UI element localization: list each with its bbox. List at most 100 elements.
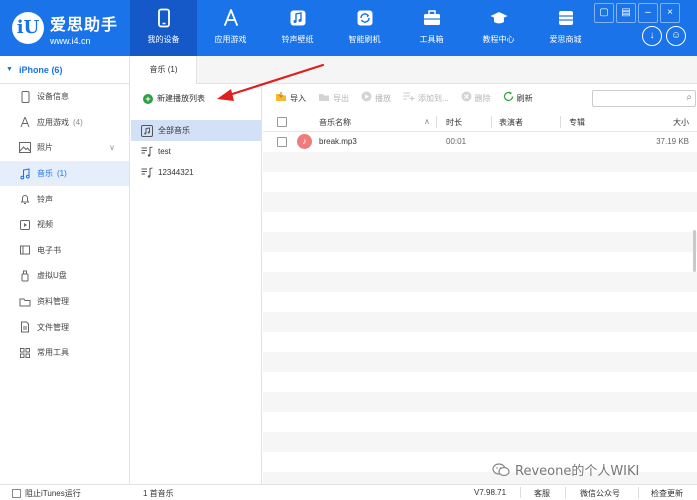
check-update-link[interactable]: 检查更新 — [651, 488, 683, 499]
music-library-icon — [141, 124, 153, 137]
status-bar: 阻止iTunes运行 1 首音乐 V7.98.71 客服 微信公众号 检查更新 — [0, 484, 697, 500]
add-to-button[interactable]: 添加到... — [403, 91, 449, 105]
plus-icon: + — [143, 93, 153, 104]
column-artist[interactable]: 表演者 — [499, 117, 523, 128]
brand-url: www.i4.cn — [50, 36, 91, 46]
collapse-triangle-icon: ▼ — [6, 66, 13, 73]
sidebar-item-music[interactable]: 音乐 (1) — [0, 160, 129, 187]
bell-icon — [19, 193, 31, 205]
ebook-icon — [19, 244, 31, 256]
sidebar-item-videos[interactable]: 视频 — [0, 212, 129, 238]
nav-toolbox[interactable]: 工具箱 — [398, 0, 465, 56]
sidebar-item-apps[interactable]: 应用游戏 (4) — [0, 110, 129, 136]
column-name[interactable]: 音乐名称 — [319, 117, 351, 128]
cell-duration: 00:01 — [446, 137, 467, 146]
empty-row — [263, 392, 697, 412]
add-to-playlist-icon — [403, 91, 415, 105]
sidebar-item-ebooks[interactable]: 电子书 — [0, 238, 129, 264]
new-playlist-button[interactable]: + 新建播放列表 — [143, 93, 205, 104]
empty-rows — [263, 152, 697, 484]
playlist-item-12344321[interactable]: 12344321 — [131, 162, 261, 183]
annotation-arrow — [217, 63, 325, 101]
music-note-icon — [19, 167, 31, 180]
column-size[interactable]: 大小 — [673, 117, 689, 128]
select-all-checkbox[interactable] — [277, 117, 287, 127]
nav-smart-flash[interactable]: 智能刷机 — [331, 0, 398, 56]
play-button[interactable]: 播放 — [361, 91, 391, 105]
empty-row — [263, 192, 697, 212]
feedback-icon[interactable]: ▢ — [594, 3, 614, 23]
empty-row — [263, 232, 697, 252]
column-divider[interactable] — [491, 116, 492, 128]
refresh-button[interactable]: 刷新 — [503, 91, 533, 105]
row-checkbox[interactable] — [277, 137, 287, 147]
search-input[interactable] — [593, 91, 677, 106]
music-table: 音乐名称 ∧ 时长 表演者 专辑 大小 ♪ break.mp3 00:01 37… — [263, 112, 697, 484]
folder-icon — [19, 296, 31, 308]
apps-icon — [19, 116, 31, 128]
table-row[interactable]: ♪ break.mp3 00:01 37.19 KB — [263, 132, 697, 152]
sidebar-item-photos[interactable]: 照片 ∨ — [0, 135, 129, 161]
scrollbar-thumb[interactable] — [693, 230, 696, 272]
delete-icon — [461, 91, 472, 105]
playlist-list: 全部音乐 test 12344321 — [131, 120, 261, 183]
store-icon — [556, 8, 576, 28]
sidebar-item-virtual-udisk[interactable]: 虚拟U盘 — [0, 263, 129, 289]
skin-icon[interactable]: ▤ — [616, 3, 636, 23]
status-separator — [520, 487, 521, 498]
column-divider[interactable] — [436, 116, 437, 128]
search-icon[interactable]: ⌕ — [686, 92, 692, 103]
empty-row — [263, 432, 697, 452]
table-header: 音乐名称 ∧ 时长 表演者 专辑 大小 — [263, 112, 697, 132]
wechat-link[interactable]: 微信公众号 — [580, 488, 620, 499]
video-icon — [19, 219, 31, 231]
user-icon[interactable]: ☺ — [666, 26, 686, 46]
block-itunes-toggle[interactable]: 阻止iTunes运行 — [12, 488, 81, 499]
column-duration[interactable]: 时长 — [446, 117, 462, 128]
wechat-icon — [492, 462, 510, 477]
refresh-icon — [355, 8, 375, 28]
playlist-item-all-music[interactable]: 全部音乐 — [131, 120, 261, 141]
version-label: V7.98.71 — [474, 488, 507, 497]
delete-button[interactable]: 删除 — [461, 91, 491, 105]
empty-row — [263, 412, 697, 432]
customer-service-link[interactable]: 客服 — [534, 488, 550, 499]
empty-row — [263, 212, 697, 232]
nav-ringtones-wallpapers[interactable]: 铃声壁纸 — [264, 0, 331, 56]
watermark: Reveone的个人WIKI — [492, 460, 639, 479]
sidebar-item-device-info[interactable]: 设备信息 — [0, 84, 129, 110]
nav-tutorials[interactable]: 教程中心 — [465, 0, 532, 56]
app-store-icon — [221, 8, 241, 28]
graduation-cap-icon — [489, 8, 509, 28]
minimize-icon[interactable]: – — [638, 3, 658, 23]
sort-arrow-icon[interactable]: ∧ — [424, 117, 430, 126]
brand: 爱思助手 www.i4.cn — [50, 11, 118, 46]
music-count: 1 首音乐 — [143, 489, 174, 498]
empty-row — [263, 372, 697, 392]
block-itunes-checkbox[interactable] — [12, 489, 21, 499]
download-icon[interactable]: ↓ — [642, 26, 662, 46]
nav-store[interactable]: 爱思商城 — [532, 0, 599, 56]
window-controls: ▢ ▤ – × — [594, 3, 682, 23]
sidebar-item-data-management[interactable]: 资料管理 — [0, 289, 129, 315]
empty-row — [263, 172, 697, 192]
empty-row — [263, 272, 697, 292]
grid-icon — [19, 347, 31, 359]
column-divider[interactable] — [560, 116, 561, 128]
search-box: ⌕ — [592, 90, 696, 107]
sidebar-item-ringtones[interactable]: 铃声 — [0, 186, 129, 212]
watermark-text: Reveone的个人WIKI — [515, 464, 640, 479]
device-name: iPhone (6) — [18, 64, 63, 75]
chevron-down-icon[interactable]: ∨ — [109, 143, 115, 152]
nav-my-device[interactable]: 我的设备 — [130, 0, 197, 56]
nav-apps-games[interactable]: 应用游戏 — [197, 0, 264, 56]
sidebar-item-common-tools[interactable]: 常用工具 — [0, 340, 129, 366]
sidebar-item-file-management[interactable]: 文件管理 — [0, 314, 129, 340]
column-album[interactable]: 专辑 — [569, 117, 585, 128]
playlist-item-test[interactable]: test — [131, 141, 261, 162]
empty-row — [263, 332, 697, 352]
device-header[interactable]: ▼ iPhone (6) — [0, 56, 129, 84]
sidebar: ▼ iPhone (6) 设备信息 应用游戏 (4) 照片 ∨ 音乐 (1) 铃… — [0, 56, 130, 484]
close-icon[interactable]: × — [660, 3, 680, 23]
tab-music[interactable]: 音乐 (1) — [131, 56, 197, 84]
